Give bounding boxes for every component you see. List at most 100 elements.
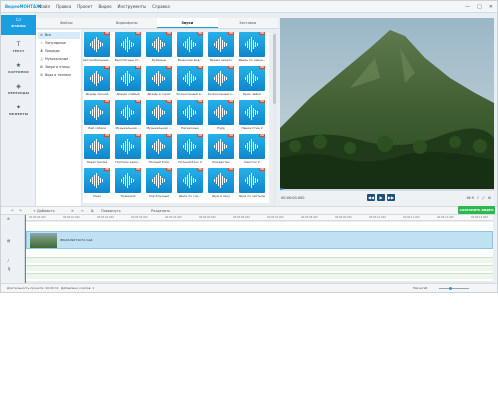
zoom-handle[interactable] (449, 287, 452, 290)
sound-item[interactable]: HD Шум в лесу (207, 168, 235, 198)
sound-item[interactable]: HD Пение птиц 2 (238, 100, 266, 130)
save-video-button[interactable]: СОХРАНИТЬ ВИДЕО (458, 206, 495, 214)
hd-badge: HD (166, 168, 172, 171)
sound-item[interactable]: HD Перестрелка (83, 134, 111, 164)
clip-count: Добавлено клипов: 1 (61, 286, 95, 290)
waveform-icon (183, 37, 196, 52)
zoom-icon[interactable]: ⊕ (7, 217, 10, 221)
delete-icon[interactable]: ✕ (71, 209, 74, 213)
menu-tools[interactable]: Инструменты (118, 4, 147, 9)
sound-item[interactable]: HD Время начало (207, 32, 235, 62)
clip-thumbnail (30, 233, 57, 248)
menu-edit[interactable]: Правка (56, 4, 71, 9)
waveform-icon (245, 173, 258, 188)
music-track[interactable] (26, 265, 493, 271)
sound-item[interactable]: HD Шаги по гор... (176, 168, 204, 198)
sound-item[interactable]: HD Дождь в горах (145, 66, 173, 96)
maximize-button[interactable]: □ (477, 4, 482, 10)
transition-icon: ◈ (16, 83, 21, 90)
play-button[interactable]: ▶ (377, 194, 385, 201)
redo-icon[interactable]: ↷ (19, 209, 22, 213)
sound-item[interactable]: HD Насекомые (176, 100, 204, 130)
sound-item[interactable]: HD Рождество (207, 134, 235, 164)
sound-item[interactable]: HD Лай собаки (83, 100, 111, 130)
sound-item[interactable]: HD Смех (83, 168, 111, 198)
sound-item[interactable]: HD Шум по листьям (238, 168, 266, 198)
audio-track[interactable] (26, 257, 493, 263)
category-popular[interactable]: ☆ Популярные (38, 40, 80, 47)
split-button[interactable]: Разделить (151, 209, 170, 213)
volume-icon[interactable]: ♪ (477, 196, 479, 200)
grid-scrollbar[interactable] (273, 32, 276, 203)
sound-item[interactable]: HD Травяной (114, 168, 142, 198)
hd-badge: HD (259, 32, 265, 35)
scrollbar-thumb[interactable] (273, 34, 276, 104)
timeline-toolbar: ↶ ↷ + Добавить ✕ ✂ ⧉ Повернуть Разделить (1, 206, 497, 215)
sound-item[interactable]: HD Автомобильные... (83, 32, 111, 62)
sound-item[interactable]: HD Дождь слабый (114, 66, 142, 96)
sound-name: Бесплатные от... (114, 58, 142, 62)
sound-item[interactable]: HD Воинские вод... (176, 32, 204, 62)
sound-item[interactable]: HD Дождь лесной (83, 66, 111, 96)
menu-file[interactable]: Файл (39, 4, 50, 9)
forward-button[interactable]: ▶▶ (387, 194, 395, 201)
sound-item[interactable]: HD Колокольный в... (176, 66, 204, 96)
menu-help[interactable]: Справка (152, 4, 170, 9)
sound-item[interactable]: HD Свисток 2 (238, 134, 266, 164)
sound-item[interactable]: HD Плотник ремо... (114, 134, 142, 164)
cut-icon[interactable]: ✂ (81, 209, 84, 213)
sound-item[interactable]: HD Хор блузный (145, 168, 173, 198)
voice-track[interactable] (26, 273, 493, 279)
fullscreen-icon[interactable]: ⤢ (482, 196, 485, 200)
sound-item[interactable]: HD Полный блок (145, 134, 173, 164)
sidebar-item-transitions[interactable]: ◈ ПЕРЕХОДЫ (1, 82, 36, 102)
waveform-icon (245, 139, 258, 154)
aspect-ratio-select[interactable]: 16:9 (466, 196, 474, 200)
sound-item[interactable]: HD Колокольный з... (207, 66, 235, 96)
zoom-slider[interactable] (439, 287, 469, 290)
minimize-button[interactable]: — (465, 4, 470, 10)
sound-item[interactable]: HD Музыкальная ... (114, 100, 142, 130)
category-nature[interactable]: ♣ Природа (38, 48, 80, 55)
rewind-button[interactable]: ◀◀ (367, 194, 375, 201)
hd-badge: HD (197, 100, 203, 103)
menu-video[interactable]: Видео (99, 4, 112, 9)
tab-files[interactable]: Файлы (36, 18, 97, 28)
player-time: 00:00:00.000 (281, 196, 305, 200)
sound-item[interactable]: HD Бесплатные от... (114, 32, 142, 62)
category-tech[interactable]: ⚙ Вода и техника (38, 72, 80, 79)
ruler-tick: 00:00:01.000 (63, 216, 80, 219)
timeline-ruler[interactable]: 00:00:00.000 00:00:01.000 00:00:02.000 00:0… (25, 215, 493, 221)
sidebar-item-pictures[interactable]: ★ КАРТИНКИ (1, 61, 36, 81)
tab-video-backgrounds[interactable]: Видеофоны (97, 18, 158, 28)
sound-name: Полный блок 2 (178, 160, 202, 164)
sound-item[interactable]: HD Бубенцы (145, 32, 173, 62)
sound-item[interactable]: HD Дверь по крыш... (238, 32, 266, 62)
playhead[interactable] (25, 215, 26, 283)
rotate-button[interactable]: Повернуть (101, 209, 121, 213)
category-music[interactable]: ♫ Музыкальные (38, 56, 80, 63)
settings-icon[interactable]: ⚙ (488, 196, 491, 200)
sidebar-item-files[interactable]: ▭ ФАЙЛЫ (1, 15, 36, 35)
sound-item[interactable]: HD Пурр (207, 100, 235, 130)
sound-item[interactable]: HD Музыкальная ... (145, 100, 173, 130)
close-button[interactable]: ✕ (489, 4, 493, 10)
sound-name: Дождь слабый (116, 92, 140, 96)
sidebar-item-effects[interactable]: ✦ ЭФФЕКТЫ (1, 103, 36, 123)
sound-item[interactable]: HD Крик чайки (238, 66, 266, 96)
tab-sounds[interactable]: Звуки (157, 18, 218, 28)
undo-icon[interactable]: ↶ (11, 209, 14, 213)
sound-item[interactable]: HD Полный блок 2 (176, 134, 204, 164)
video-clip[interactable]: IMG0109071072.mp4 (26, 231, 493, 249)
sound-thumbnail: HD (84, 134, 110, 159)
sidebar-item-text[interactable]: T ТЕКСТ (1, 40, 36, 60)
tab-intros[interactable]: Заставки (218, 18, 279, 28)
sound-name: Шум по листьям (238, 194, 266, 198)
category-animals[interactable]: ✿ Звери и птицы (38, 64, 80, 71)
copy-icon[interactable]: ⧉ (91, 209, 94, 213)
category-all[interactable]: ≡ Все (38, 32, 80, 39)
voice-track-icon: 🎙 (7, 267, 12, 271)
menu-project[interactable]: Проект (77, 4, 92, 9)
hd-badge: HD (228, 66, 234, 69)
add-button[interactable]: + Добавить (33, 209, 55, 213)
